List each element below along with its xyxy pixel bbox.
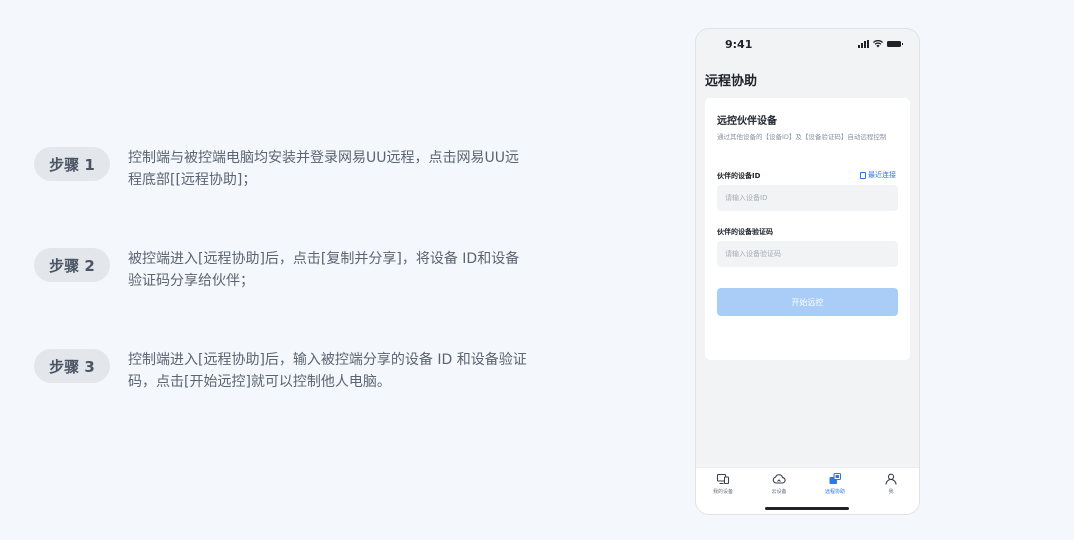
tab-remote-assist[interactable]: 远程协助	[810, 472, 860, 495]
step-3: 步骤 3 控制端进入[远程协助]后，输入被控端分享的设备 ID 和设备验证码，点…	[34, 349, 530, 393]
cloud-icon	[772, 474, 786, 484]
tab-label: 远程协助	[824, 489, 845, 495]
card-description: 通过其他设备的【设备ID】及【设备验证码】自动远程控制	[717, 133, 887, 141]
tab-me[interactable]: 我	[866, 472, 916, 495]
battery-icon	[887, 41, 903, 47]
remote-partner-card: 远控伙伴设备 通过其他设备的【设备ID】及【设备验证码】自动远程控制 伙伴的设备…	[705, 98, 910, 360]
status-bar: 9:41	[696, 29, 919, 63]
card-title: 远控伙伴设备	[717, 116, 777, 127]
document-icon	[860, 171, 866, 179]
home-indicator	[765, 507, 849, 510]
device-id-input[interactable]	[717, 185, 898, 211]
device-id-label: 伙伴的设备ID	[717, 172, 761, 180]
step-badge: 步骤 1	[34, 147, 110, 181]
step-text: 被控端进入[远程协助]后，点击[复制并分享]，将设备 ID和设备验证码分享给伙伴…	[128, 251, 520, 289]
tab-label: 我	[888, 489, 894, 495]
tab-label: 我的设备	[712, 489, 733, 495]
signal-icon	[858, 40, 869, 48]
remote-assist-icon	[829, 472, 842, 484]
recent-link-label: 最近连接	[868, 171, 896, 179]
tab-label: 云设备	[771, 489, 787, 495]
system-icons	[858, 40, 903, 48]
step-2: 步骤 2 被控端进入[远程协助]后，点击[复制并分享]，将设备 ID和设备验证码…	[34, 248, 530, 292]
step-text: 控制端进入[远程协助]后，输入被控端分享的设备 ID 和设备验证码，点击[开始远…	[128, 352, 527, 390]
recent-connections-link[interactable]: 最近连接	[860, 170, 896, 180]
phone-mockup: 9:41 远程协助 远控伙伴设备 通过其他设备的【设备ID】及【设备验证码】自动…	[695, 28, 920, 515]
tab-cloud-devices[interactable]: 云设备	[754, 472, 804, 495]
tab-my-devices[interactable]: 我的设备	[698, 472, 748, 495]
page-title: 远程协助	[705, 74, 758, 89]
verify-code-label: 伙伴的设备验证码	[717, 228, 773, 236]
step-badge: 步骤 2	[34, 248, 110, 282]
step-1: 步骤 1 控制端与被控端电脑均安装并登录网易UU远程，点击网易UU远程底部[[远…	[34, 147, 530, 191]
status-time: 9:41	[725, 38, 753, 51]
user-icon	[885, 473, 897, 485]
verify-code-input[interactable]	[717, 241, 898, 267]
devices-icon	[716, 473, 730, 485]
step-badge: 步骤 3	[34, 349, 110, 383]
wifi-icon	[873, 40, 883, 48]
start-remote-button[interactable]: 开始远控	[717, 288, 898, 316]
step-text: 控制端与被控端电脑均安装并登录网易UU远程，点击网易UU远程底部[[远程协助]；	[128, 150, 519, 188]
